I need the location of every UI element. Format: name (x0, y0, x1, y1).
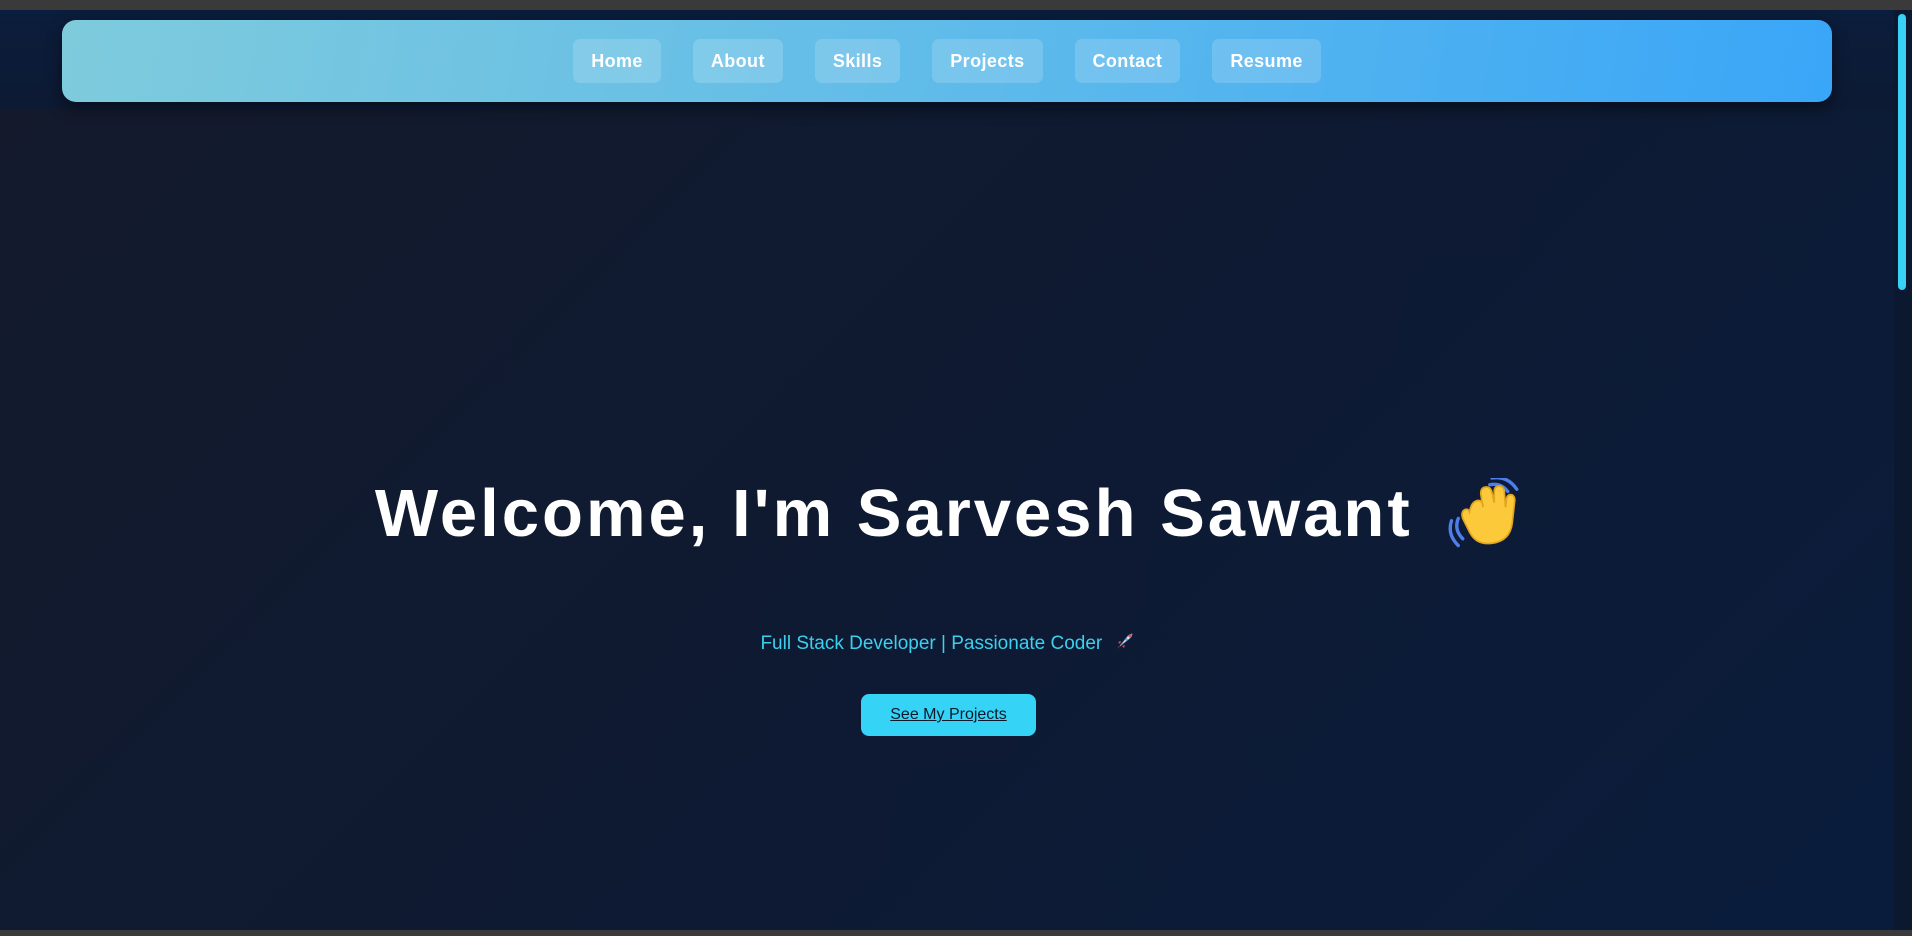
waving-hand-icon (1448, 478, 1519, 548)
see-my-projects-button[interactable]: See My Projects (861, 694, 1036, 736)
page-viewport: Home About Skills Projects Contact Resum… (0, 10, 1894, 930)
rocket-icon (1116, 633, 1132, 649)
scrollbar-thumb[interactable] (1898, 14, 1906, 290)
scrollbar[interactable] (1894, 10, 1912, 930)
hero-title-row: Welcome, I'm Sarvesh Sawant (0, 475, 1894, 552)
hero-section: Welcome, I'm Sarvesh Sawant Full Stack D… (0, 10, 1894, 930)
window-frame-top (0, 0, 1912, 10)
hero-subtitle: Full Stack Developer | Passionate Coder (760, 633, 1103, 654)
hero-title: Welcome, I'm Sarvesh Sawant (374, 476, 1413, 551)
window-frame-bottom (0, 930, 1912, 936)
hero-subtitle-row: Full Stack Developer | Passionate Coder (0, 632, 1894, 655)
